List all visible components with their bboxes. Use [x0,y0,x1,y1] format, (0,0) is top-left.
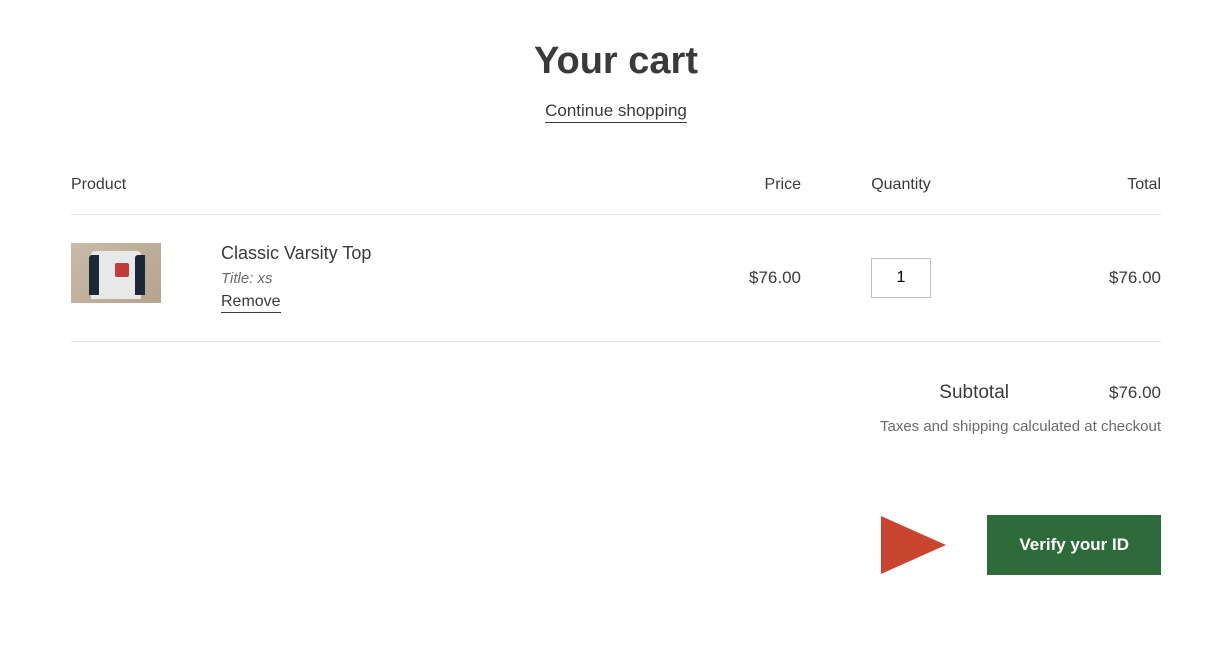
cart-page: Your cart Continue shopping Product Pric… [71,0,1161,635]
column-header-price: Price [641,176,801,215]
product-thumbnail[interactable] [71,243,161,303]
product-info: Classic Varsity Top Title: xs Remove [221,243,371,313]
table-row: Classic Varsity Top Title: xs Remove $76… [71,215,1161,342]
tax-shipping-note: Taxes and shipping calculated at checkou… [71,418,1161,435]
actions-row: Verify your ID [71,515,1161,575]
line-total: $76.00 [1001,215,1161,342]
line-price: $76.00 [641,215,801,342]
cart-table: Product Price Quantity Total Classic Var… [71,176,1161,342]
remove-link[interactable]: Remove [221,293,281,313]
product-cell: Classic Varsity Top Title: xs Remove [71,243,641,313]
page-title: Your cart [71,40,1161,83]
product-variant: Title: xs [221,270,371,287]
totals-section: Subtotal $76.00 Taxes and shipping calcu… [71,382,1161,435]
product-name: Classic Varsity Top [221,243,371,264]
subtotal-row: Subtotal $76.00 [71,382,1161,404]
continue-shopping-label: Continue shopping [545,101,687,123]
column-header-quantity: Quantity [801,176,1001,215]
annotation-arrow-icon [491,510,951,580]
column-header-total: Total [1001,176,1161,215]
subtotal-value: $76.00 [1109,383,1161,403]
subtotal-label: Subtotal [939,382,1009,404]
product-thumbnail-detail [115,263,129,277]
verify-id-button[interactable]: Verify your ID [987,515,1161,575]
column-header-product: Product [71,176,641,215]
continue-shopping-link[interactable]: Continue shopping [71,101,1161,121]
quantity-input[interactable] [871,258,931,298]
